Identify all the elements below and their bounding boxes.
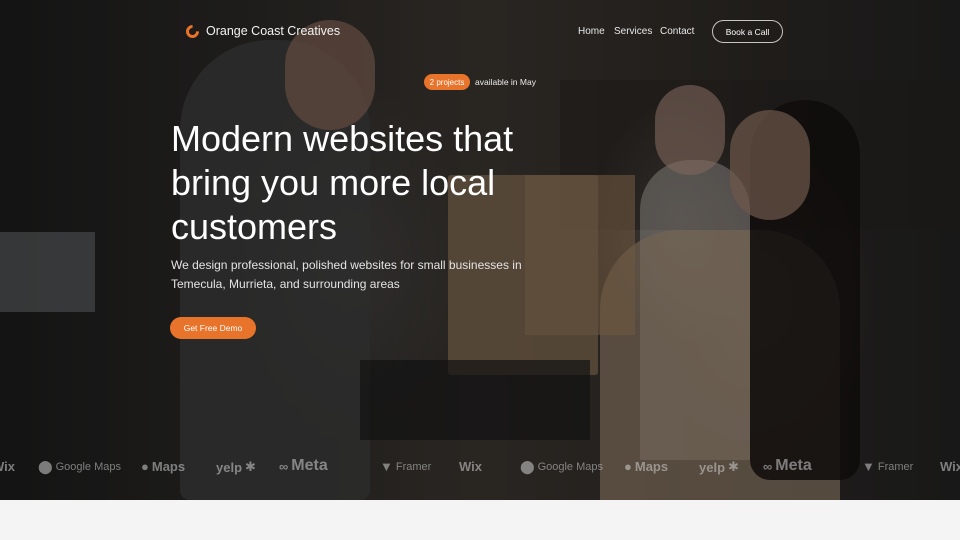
yelp-burst-icon: ✱ [728, 459, 739, 474]
logo-google-maps: ⬤ Google Maps [38, 459, 121, 474]
map-pin-icon: ⬤ [520, 459, 535, 474]
book-call-button[interactable]: Book a Call [712, 20, 783, 43]
nav-services[interactable]: Services [614, 26, 652, 37]
get-free-demo-button[interactable]: Get Free Demo [170, 317, 256, 339]
site-logo[interactable]: Orange Coast Creatives [183, 21, 341, 41]
logo-framer: ▼ Framer [862, 459, 914, 474]
hero-section: Orange Coast Creatives Home Services Con… [0, 0, 960, 500]
next-section [0, 500, 960, 540]
logo-google-maps: ⬤ Google Maps [520, 459, 603, 474]
map-pin-icon: ⬤ [38, 459, 53, 474]
meta-infinity-icon: ∞ [763, 458, 773, 474]
availability-badge: 2 projects [424, 74, 470, 90]
availability-text: available in May [475, 77, 536, 87]
hero-subtext: We design professional, polished website… [171, 258, 522, 291]
logo-meta: ∞ Meta [763, 457, 812, 474]
logo-apple-maps: ● Maps [141, 459, 186, 474]
logo-strip: Wix ⬤Google Maps ●Maps yelp✱ ∞Meta ▼Fram… [0, 455, 960, 481]
framer-icon: ▼ [380, 459, 393, 474]
logo-framer: ▼ Framer [380, 459, 432, 474]
hero-headline: Modern websites that bring you more loca… [171, 118, 514, 247]
yelp-burst-icon: ✱ [245, 459, 256, 474]
logo-icon [183, 21, 202, 41]
logo-wix: Wix [940, 459, 960, 474]
logo-meta: ∞ Meta [279, 457, 328, 474]
framer-icon: ▼ [862, 459, 875, 474]
hero-overlay [0, 0, 960, 500]
apple-icon: ● [141, 459, 149, 474]
nav-contact[interactable]: Contact [660, 26, 694, 37]
logo-yelp: yelp ✱ [699, 459, 739, 475]
meta-infinity-icon: ∞ [279, 458, 289, 474]
logo-wix: Wix [0, 459, 15, 474]
apple-icon: ● [624, 459, 632, 474]
brand-name: Orange Coast Creatives [206, 24, 341, 38]
logo-apple-maps: ● Maps [624, 459, 669, 474]
logo-yelp: yelp ✱ [216, 459, 256, 475]
logo-wix: Wix [459, 459, 482, 474]
nav-home[interactable]: Home [578, 26, 605, 37]
